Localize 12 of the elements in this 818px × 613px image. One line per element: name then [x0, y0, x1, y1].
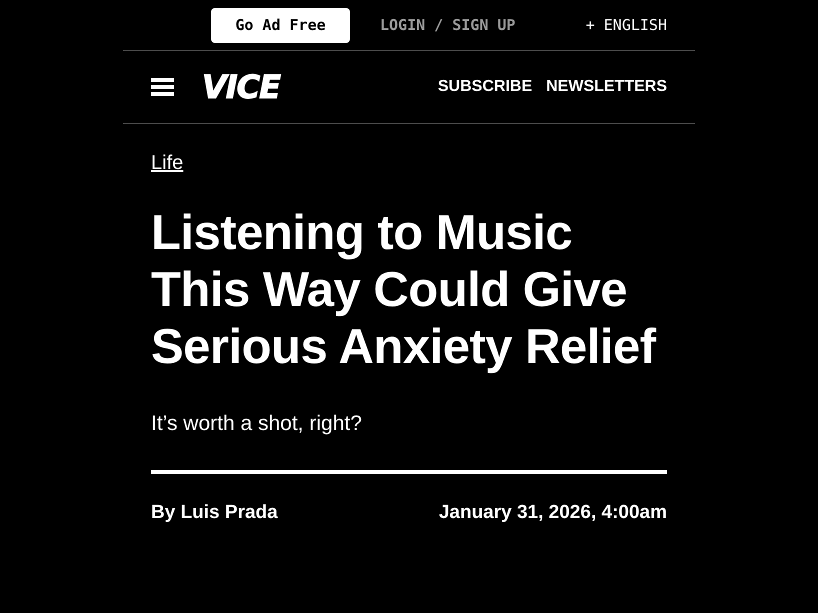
language-link[interactable]: + ENGLISH	[586, 16, 667, 34]
publish-date: January 31, 2026, 4:00am	[438, 502, 667, 524]
nav-link[interactable]: SUBSCRIBE	[438, 78, 532, 96]
menu-icon[interactable]	[151, 78, 174, 96]
logo[interactable]: VICE	[202, 68, 280, 106]
login-link[interactable]: LOGIN / SIGN UP	[380, 16, 516, 34]
byline: By Luis Prada	[151, 502, 278, 524]
nav-link[interactable]: NEWSLETTERS	[546, 78, 667, 96]
go-ad-free-button[interactable]: Go Ad Free	[211, 8, 350, 42]
category-link[interactable]: Life	[151, 152, 184, 175]
subtitle: It’s worth a shot, right?	[151, 412, 363, 436]
headline: Listening to Music This Way Could Give Serious Anxiety Relief	[151, 205, 658, 376]
